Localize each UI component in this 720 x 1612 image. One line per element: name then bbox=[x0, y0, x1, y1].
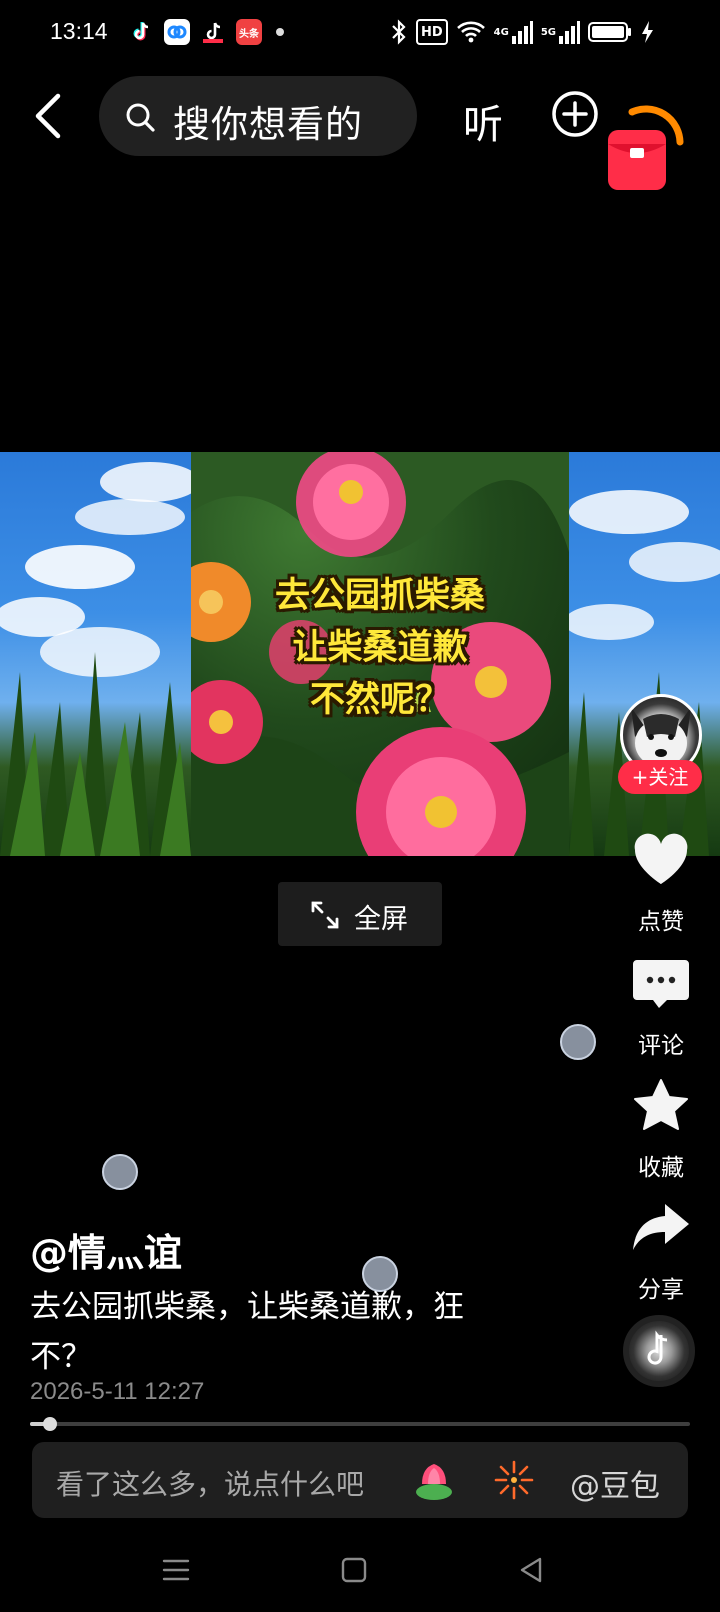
home-square-icon[interactable] bbox=[334, 1550, 374, 1590]
top-nav: 搜你想看的 听 bbox=[0, 76, 720, 190]
music-disc[interactable] bbox=[623, 1315, 695, 1387]
video-blurred-background-left bbox=[0, 452, 200, 856]
search-icon bbox=[126, 103, 155, 132]
back-arrow-icon bbox=[35, 93, 61, 139]
like-button[interactable]: 点赞 bbox=[626, 832, 696, 936]
comment-input-placeholder[interactable]: 看了这么多，说点什么吧 bbox=[56, 1463, 364, 1503]
share-button[interactable]: 分享 bbox=[626, 1200, 696, 1304]
status-bar: 13:14 头条 HD 4G 5G bbox=[0, 0, 720, 64]
red-packet-button[interactable] bbox=[606, 104, 684, 194]
star-icon bbox=[634, 1079, 688, 1130]
toutiao-notification-icon: 头条 bbox=[236, 19, 262, 45]
toutiao-label: 头条 bbox=[239, 28, 259, 40]
network-5g-label: 5G bbox=[540, 26, 556, 38]
like-label: 点赞 bbox=[638, 909, 684, 935]
touch-indicator bbox=[102, 1154, 138, 1190]
red-packet-icon bbox=[608, 105, 684, 190]
music-note-icon bbox=[647, 1330, 668, 1365]
signal-icon-2 bbox=[559, 21, 580, 44]
wifi-icon bbox=[456, 21, 485, 43]
share-label: 分享 bbox=[638, 1277, 684, 1303]
share-arrow-icon bbox=[633, 1204, 689, 1250]
search-box[interactable]: 搜你想看的 bbox=[99, 76, 417, 156]
video-progress-knob[interactable] bbox=[42, 1417, 57, 1431]
fullscreen-label: 全屏 bbox=[354, 904, 408, 935]
favorite-label: 收藏 bbox=[638, 1155, 684, 1181]
network-4g-label: 4G bbox=[493, 26, 509, 38]
tiktok-lite-notification-icon bbox=[200, 19, 226, 45]
firework-emoji-icon[interactable] bbox=[492, 1458, 536, 1502]
battery-icon bbox=[588, 22, 631, 42]
expand-icon bbox=[311, 901, 339, 929]
favorite-button[interactable]: 收藏 bbox=[626, 1078, 696, 1182]
bluetooth-icon bbox=[392, 19, 406, 45]
touch-indicator bbox=[560, 1024, 596, 1060]
video-caption: 去公园抓柴桑 让柴桑道歉 不然呢？ bbox=[191, 570, 569, 726]
flower-emoji-icon[interactable] bbox=[412, 1458, 456, 1502]
comment-button[interactable]: 评论 bbox=[626, 956, 696, 1060]
heart-icon bbox=[634, 833, 688, 884]
video-progress-bar[interactable] bbox=[30, 1417, 690, 1431]
video-frame: 去公园抓柴桑 让柴桑道歉 不然呢？ bbox=[191, 452, 569, 856]
menu-icon[interactable] bbox=[156, 1550, 196, 1590]
caption-line-2: 让柴桑道歉 bbox=[292, 628, 468, 668]
more-notifications-dot bbox=[276, 28, 284, 36]
status-time: 13:14 bbox=[50, 18, 108, 44]
comment-bar[interactable]: 看了这么多，说点什么吧 @豆包 bbox=[32, 1442, 688, 1518]
mention-doubao-button[interactable]: @豆包 bbox=[570, 1461, 660, 1505]
plus-circle-icon bbox=[552, 91, 598, 137]
hd-label: HD bbox=[420, 25, 443, 40]
charging-icon bbox=[642, 21, 653, 43]
post-description: 去公园抓柴桑，让柴桑道歉，狂不？ bbox=[30, 1289, 464, 1375]
video-player[interactable]: 去公园抓柴桑 让柴桑道歉 不然呢？ bbox=[0, 452, 720, 856]
system-nav-bar bbox=[0, 1540, 720, 1600]
caption-line-3: 不然呢？ bbox=[309, 680, 450, 720]
signal-icon-1 bbox=[511, 21, 533, 44]
comment-label: 评论 bbox=[638, 1033, 684, 1059]
system-icons: HD 4G 5G bbox=[390, 16, 654, 48]
notification-icons: 头条 bbox=[128, 18, 284, 46]
fullscreen-button[interactable]: 全屏 bbox=[278, 882, 442, 946]
add-button[interactable] bbox=[551, 90, 599, 138]
search-placeholder: 搜你想看的 bbox=[173, 103, 363, 146]
author-name[interactable]: @情灬谊 bbox=[30, 1222, 182, 1277]
back-button[interactable] bbox=[28, 90, 72, 142]
video-blurred-background-right bbox=[564, 452, 720, 856]
tiktok-notification-icon bbox=[128, 19, 154, 45]
caption-line-1: 去公园抓柴桑 bbox=[274, 576, 485, 616]
hd-badge: HD bbox=[415, 19, 448, 45]
post-date: 2026-5-11 12:27 bbox=[30, 1378, 205, 1405]
cloud-app-notification-icon bbox=[164, 19, 190, 45]
back-triangle-icon[interactable] bbox=[512, 1550, 552, 1590]
follow-button[interactable]: +关注 bbox=[618, 760, 702, 794]
comment-icon bbox=[633, 960, 689, 1008]
listen-button[interactable]: 听 bbox=[463, 92, 503, 150]
